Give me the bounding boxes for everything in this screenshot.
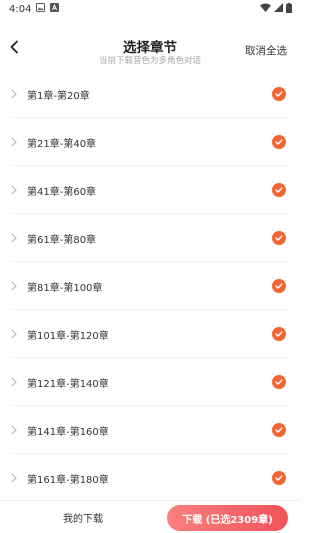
chevron-right-icon[interactable] — [11, 185, 19, 195]
cellular-signal-icon — [274, 3, 283, 15]
chapter-row[interactable]: 第161章-第180章 — [0, 454, 300, 500]
chevron-right-icon[interactable] — [11, 329, 19, 339]
chapter-range-label: 第141章-第160章 — [27, 426, 109, 438]
chapter-range-label: 第121章-第140章 — [27, 378, 109, 390]
chevron-right-icon[interactable] — [11, 233, 19, 243]
app-notification-icon — [50, 3, 60, 15]
chapter-range-label: 第21章-第40章 — [27, 138, 97, 150]
chevron-right-icon[interactable] — [11, 281, 19, 291]
cancel-select-all-button[interactable]: 取消全选 — [245, 43, 287, 58]
checkmark-icon[interactable] — [272, 375, 286, 389]
chapter-row[interactable]: 第121章-第140章 — [0, 358, 300, 406]
chapter-row[interactable]: 第81章-第100章 — [0, 262, 300, 310]
chevron-right-icon[interactable] — [11, 377, 19, 387]
checkmark-icon[interactable] — [272, 423, 286, 437]
chevron-right-icon[interactable] — [11, 425, 19, 435]
chapter-row[interactable]: 第21章-第40章 — [0, 118, 300, 166]
chevron-right-icon[interactable] — [11, 137, 19, 147]
my-downloads-button[interactable]: 我的下载 — [0, 510, 166, 525]
chapter-row[interactable]: 第61章-第80章 — [0, 214, 300, 262]
checkmark-icon[interactable] — [272, 231, 286, 245]
status-bar: 4:04 — [0, 0, 300, 18]
checkmark-icon[interactable] — [272, 327, 286, 341]
checkmark-icon[interactable] — [272, 135, 286, 149]
chevron-right-icon[interactable] — [11, 473, 19, 483]
chevron-right-icon[interactable] — [11, 89, 19, 99]
wifi-icon — [260, 3, 271, 15]
chapter-row[interactable]: 第1章-第20章 — [0, 70, 300, 118]
status-time: 4:04 — [9, 3, 32, 15]
chapter-range-label: 第41章-第60章 — [27, 186, 97, 198]
checkmark-icon[interactable] — [272, 471, 286, 485]
gallery-notification-icon — [36, 3, 46, 15]
bottom-bar: 我的下载 下载 (已选2309章) — [0, 500, 300, 533]
chapter-row[interactable]: 第101章-第120章 — [0, 310, 300, 358]
battery-icon — [286, 2, 292, 16]
chapter-list: 第1章-第20章 第21章-第40章 第41章-第60章 第61章-第80章 第… — [0, 70, 300, 500]
checkmark-icon[interactable] — [272, 87, 286, 101]
chapter-range-label: 第101章-第120章 — [27, 330, 109, 342]
download-button[interactable]: 下载 (已选2309章) — [167, 505, 288, 531]
chapter-range-label: 第161章-第180章 — [27, 474, 109, 486]
chapter-range-label: 第61章-第80章 — [27, 234, 97, 246]
chapter-row[interactable]: 第41章-第60章 — [0, 166, 300, 214]
chapter-range-label: 第1章-第20章 — [27, 90, 90, 102]
header: 选择章节 当前下载音色为多角色对话 取消全选 — [0, 18, 300, 70]
chapter-row[interactable]: 第141章-第160章 — [0, 406, 300, 454]
chapter-range-label: 第81章-第100章 — [27, 282, 103, 294]
checkmark-icon[interactable] — [272, 279, 286, 293]
checkmark-icon[interactable] — [272, 183, 286, 197]
